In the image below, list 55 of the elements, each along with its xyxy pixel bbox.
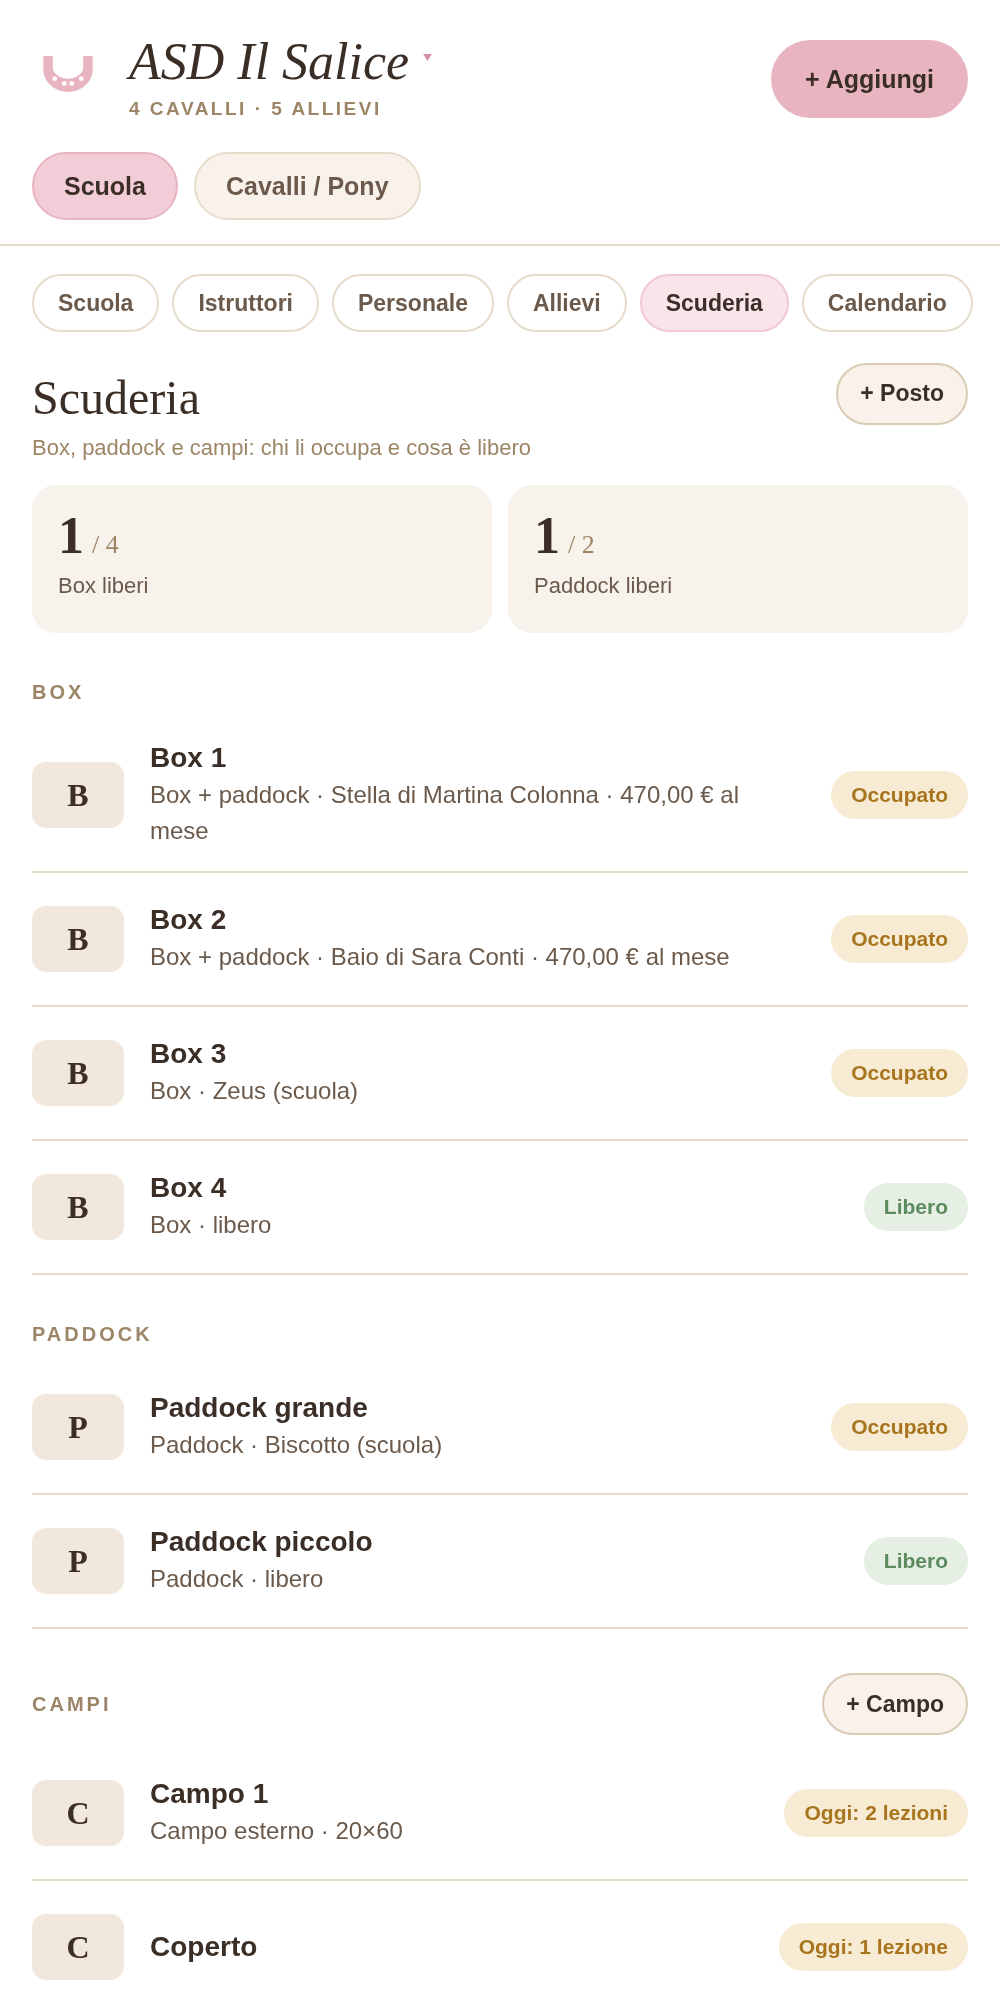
stat-total: / 4 xyxy=(92,530,119,560)
status-badge: Occupato xyxy=(831,1403,968,1451)
section-heading: PADDOCK xyxy=(32,1322,153,1346)
section-tab[interactable]: Allievi xyxy=(506,274,627,332)
place-name[interactable]: Box 4 xyxy=(150,1171,818,1205)
place-name[interactable]: Coperto xyxy=(150,1930,733,1964)
place-name[interactable]: Box 2 xyxy=(150,903,786,937)
add-button[interactable]: + Aggiungi xyxy=(771,40,968,118)
page-subtitle: Box, paddock e campi: chi li occupa e cosa è libero xyxy=(32,435,532,461)
initial-tile: C xyxy=(32,1914,124,1980)
initial-tile: B xyxy=(32,906,124,972)
place-detail: Box + paddock · Baio di Sara Conti · 470,00 € al mese xyxy=(150,942,731,972)
section-tab[interactable]: Calendario xyxy=(801,274,973,332)
initial-tile: B xyxy=(32,1174,124,1240)
school-summary: 4 CAVALLI · 5 ALLIEVI xyxy=(129,98,383,120)
stat-label: Paddock liberi xyxy=(534,573,674,599)
place-detail: Box · libero xyxy=(150,1210,273,1240)
stat-value: 1 xyxy=(534,509,560,563)
place-name[interactable]: Box 1 xyxy=(150,741,786,775)
section-tab[interactable]: Personale xyxy=(332,274,494,332)
initial-tile: P xyxy=(32,1394,124,1460)
status-badge: Occupato xyxy=(831,771,968,819)
initial-tile: C xyxy=(32,1780,124,1846)
section-heading: BOX xyxy=(32,680,85,704)
mode-tab[interactable]: Scuola xyxy=(32,152,178,220)
add-field-button[interactable]: + Campo xyxy=(822,1673,968,1735)
status-badge: Libero xyxy=(863,1183,968,1231)
initial-tile: B xyxy=(32,1040,124,1106)
place-detail: Box · Zeus (scuola) xyxy=(150,1076,360,1106)
status-badge: Occupato xyxy=(831,915,968,963)
place-detail: Paddock · Biscotto (scuola) xyxy=(150,1430,444,1460)
stat-label: Box liberi xyxy=(58,573,150,599)
status-badge: Occupato xyxy=(831,1049,968,1097)
place-name[interactable]: Campo 1 xyxy=(150,1777,739,1811)
stat-total: / 2 xyxy=(568,530,595,560)
place-detail: Campo esterno · 20×60 xyxy=(150,1816,404,1846)
section-tab[interactable]: Scuderia xyxy=(639,274,789,332)
caret-icon[interactable] xyxy=(423,54,433,61)
place-detail: Box + paddock · Stella di Martina Colonna · 470,00 € al mese xyxy=(150,780,741,846)
place-name[interactable]: Paddock grande xyxy=(150,1391,786,1425)
section-tab[interactable]: Istruttori xyxy=(172,274,319,332)
initial-tile: B xyxy=(32,762,124,828)
section-tab[interactable]: Scuola xyxy=(32,274,160,332)
add-place-button[interactable]: + Posto xyxy=(836,362,968,425)
section-heading: CAMPI xyxy=(32,1692,112,1716)
place-name[interactable]: Paddock piccolo xyxy=(150,1525,818,1559)
place-detail: Paddock · libero xyxy=(150,1564,325,1594)
status-badge: Oggi: 2 lezioni xyxy=(784,1789,968,1837)
page-title: Scuderia xyxy=(32,370,200,425)
status-badge: Libero xyxy=(863,1537,968,1585)
initial-tile: P xyxy=(32,1528,124,1594)
stat-value: 1 xyxy=(58,509,84,563)
mode-tab[interactable]: Cavalli / Pony xyxy=(194,152,421,220)
place-name[interactable]: Box 3 xyxy=(150,1037,786,1071)
status-badge: Oggi: 1 lezione xyxy=(778,1923,968,1971)
